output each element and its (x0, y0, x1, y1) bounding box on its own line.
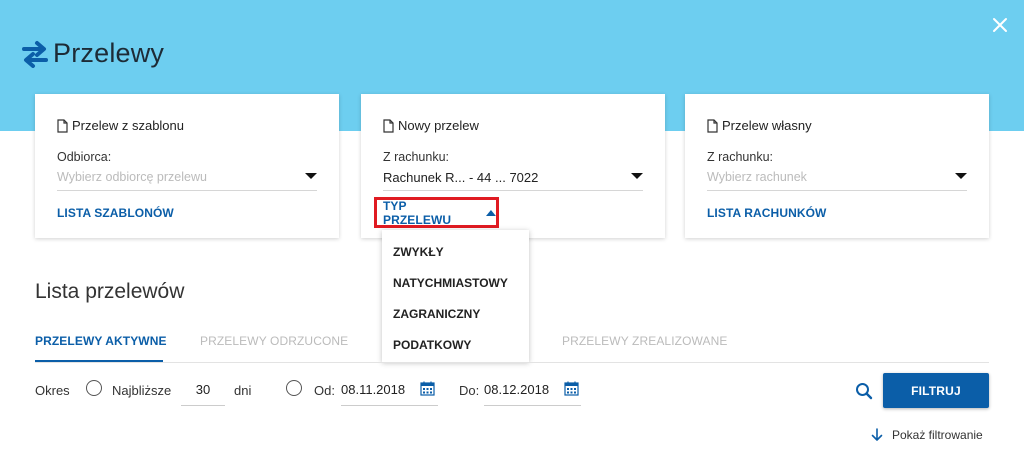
calendar-icon[interactable] (420, 381, 435, 396)
field-underline (383, 190, 643, 191)
arrow-down-icon (871, 428, 883, 441)
filter-button[interactable]: FILTRUJ (883, 373, 989, 408)
accounts-list-link[interactable]: LISTA RACHUNKÓW (707, 206, 826, 220)
transfer-type-label: TYP PRZELEWU (383, 198, 452, 227)
search-icon[interactable] (855, 382, 873, 400)
recipient-select[interactable]: Wybierz odbiorcę przelewu (57, 170, 317, 184)
page-header: Przelewy (22, 38, 164, 69)
radio-date-range[interactable] (286, 380, 302, 396)
menu-item-tax[interactable]: PODATKOWY (393, 338, 471, 352)
recipient-label: Odbiorca: (57, 150, 112, 164)
period-label: Okres (35, 383, 70, 398)
calendar-icon[interactable] (564, 381, 579, 396)
caret-down-icon[interactable] (631, 172, 643, 180)
active-tab-indicator (35, 360, 163, 362)
templates-list-link[interactable]: LISTA SZABLONÓW (57, 206, 174, 220)
radio-nearest[interactable] (86, 380, 102, 396)
menu-item-instant[interactable]: NATYCHMIASTOWY (393, 276, 508, 290)
tabs-divider (35, 362, 989, 363)
show-filtering-label: Pokaż filtrowanie (892, 428, 983, 442)
own-account-select[interactable]: Wybierz rachunek (707, 170, 967, 184)
close-button[interactable] (989, 14, 1011, 36)
card-header: Przelew z szablonu (57, 118, 184, 133)
card-header: Nowy przelew (383, 118, 479, 133)
transfers-list-title: Lista przelewów (35, 280, 185, 303)
document-icon (383, 118, 394, 133)
from-account-label: Z rachunku: (383, 150, 450, 164)
caret-down-icon[interactable] (305, 172, 317, 180)
card-title: Przelew własny (722, 118, 812, 133)
transfer-type-toggle[interactable]: TYP PRZELEWU (374, 197, 499, 228)
card-header: Przelew własny (707, 118, 812, 133)
show-filtering-link[interactable]: Pokaż filtrowanie (870, 428, 983, 442)
transfer-type-menu: ZWYKŁY NATYCHMIASTOWY ZAGRANICZNY PODATK… (382, 230, 529, 362)
menu-item-foreign[interactable]: ZAGRANICZNY (393, 307, 480, 321)
card-template-transfer: Przelew z szablonu Odbiorca: Wybierz odb… (35, 94, 339, 238)
menu-item-regular[interactable]: ZWYKŁY (393, 245, 444, 259)
card-title: Nowy przelew (398, 118, 479, 133)
days-label: dni (234, 383, 252, 398)
tab-rejected-transfers[interactable]: PRZELEWY ODRZUCONE (200, 334, 348, 348)
caret-up-icon (486, 209, 496, 216)
document-icon (57, 118, 68, 133)
nearest-label: Najbliższe (112, 383, 172, 398)
card-title: Przelew z szablonu (72, 118, 184, 133)
page-title: Przelewy (53, 38, 165, 68)
close-icon (993, 18, 1007, 32)
from-label: Od: (314, 383, 335, 398)
tab-completed-transfers[interactable]: PRZELEWY ZREALIZOWANE (562, 334, 727, 348)
field-underline (707, 190, 967, 191)
from-account-select[interactable]: Rachunek R... - 44 ... 7022 (383, 170, 643, 185)
transfer-arrows-icon (22, 40, 48, 68)
to-label: Do: (459, 383, 480, 398)
days-input[interactable]: 30 (181, 380, 225, 406)
caret-down-icon[interactable] (955, 172, 967, 180)
field-underline (57, 190, 317, 191)
tab-active-transfers[interactable]: PRZELEWY AKTYWNE (35, 334, 167, 348)
card-own-transfer: Przelew własny Z rachunku: Wybierz rachu… (685, 94, 989, 238)
document-icon (707, 118, 718, 133)
from-account-label: Z rachunku: (707, 150, 774, 164)
